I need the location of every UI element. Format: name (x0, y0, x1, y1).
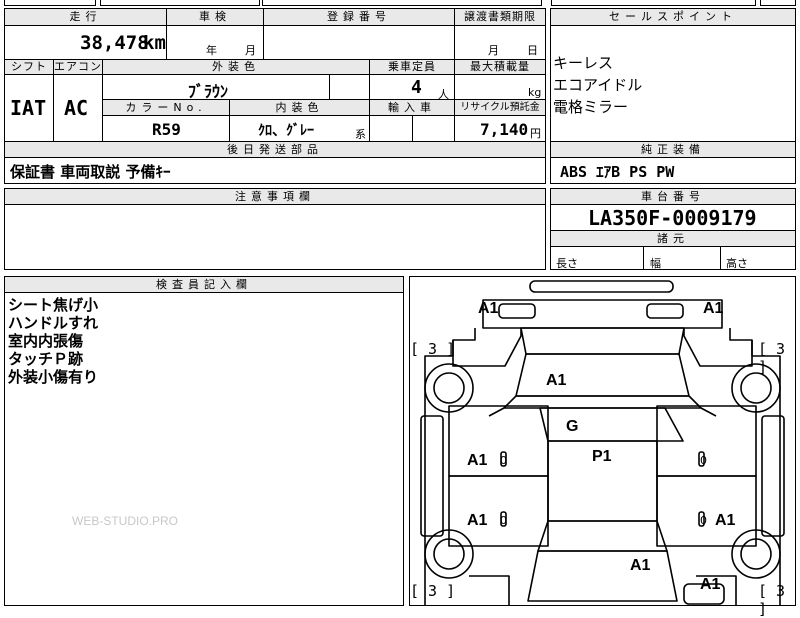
windshield-lower (539, 407, 684, 442)
top-strip-cell-1 (4, 0, 96, 6)
hood-inner (515, 353, 690, 397)
tailgate (527, 550, 678, 602)
damage-mark-door-rear-right: A1 (715, 512, 736, 529)
interior-color-suffix: 系 (355, 128, 366, 141)
transfer-deadline-header: 譲渡書類期限 (454, 8, 546, 26)
inspection-header: 車検 (166, 8, 264, 26)
damage-mark-roof: P1 (592, 448, 612, 465)
headlight-left (498, 303, 536, 319)
top-strip-cell-3 (262, 0, 542, 6)
accessories-value: 保証書 車両取説 予備ｷｰ (10, 163, 171, 181)
sales-point-item: キーレス (553, 54, 614, 72)
car-diagram-svg (420, 280, 785, 606)
capacity-header: 乗車定員 (369, 59, 455, 75)
inspector-notes-header: 検査員記入欄 (4, 276, 404, 293)
damage-mark-roof-front: G (566, 418, 579, 435)
tire-grade-front-left: [ 3 ] (410, 340, 456, 358)
sales-point-item: 電格ミラー (553, 98, 629, 116)
damage-mark-hood: A1 (546, 372, 567, 389)
mileage-value: 38,478 (80, 32, 149, 54)
equipment-value: ABS ｴｱB PS PW (560, 163, 675, 181)
exterior-color-header: 外装色 (102, 59, 370, 75)
damage-mark-front-left: A1 (478, 300, 499, 317)
chassis-number: LA350F-0009179 (588, 206, 757, 230)
damage-mark-rear-right: A1 (700, 576, 721, 593)
headlight-right (646, 303, 684, 319)
sales-point-item: エコアイドル (553, 76, 643, 94)
door-small-number: 0 (500, 454, 507, 467)
registration-header: 登録番号 (263, 8, 455, 26)
rear-window (537, 520, 668, 552)
top-strip-cell-2 (100, 0, 260, 6)
deadline-month: 月 (488, 44, 499, 57)
damage-mark-front-right: A1 (703, 300, 724, 317)
dims-height-label: 高さ (726, 257, 748, 270)
damage-mark-rear-center: A1 (630, 557, 651, 574)
tire-grade-front-right: [ 3 ] (758, 340, 786, 376)
color-no-value: R59 (152, 120, 181, 139)
door-small-number: 0 (700, 514, 707, 527)
dims-width-label: 幅 (650, 257, 661, 270)
recycle-header: リサイクル預託金 (454, 99, 546, 116)
caution-header: 注意事項欄 (4, 188, 546, 205)
damage-mark-door-front-left: A1 (467, 452, 488, 469)
chassis-header: 車台番号 (550, 188, 796, 205)
interior-color-value: ｸﾛ、ｸﾞﾚｰ (258, 123, 314, 139)
wheel-front-left (424, 363, 474, 413)
fender-front-right (683, 328, 753, 367)
exterior-color-cell-2 (329, 74, 370, 100)
inspection-year: 年 (206, 44, 217, 57)
dims-header: 諸元 (550, 230, 796, 247)
interior-color-header: 内装色 (229, 99, 370, 116)
recycle-unit: 円 (530, 127, 541, 140)
damage-mark-door-rear-left: A1 (467, 512, 488, 529)
color-no-header: カラーNo. (102, 99, 230, 116)
capacity-value: 4 (411, 77, 422, 98)
max-load-unit: kg (528, 86, 542, 99)
inspection-month: 月 (245, 44, 256, 57)
max-load-header: 最大積載量 (454, 59, 546, 75)
inspector-note: 外装小傷有り (8, 368, 99, 386)
import-cell-a (369, 115, 413, 142)
door-small-number: 0 (700, 454, 707, 467)
dims-length-label: 長さ (556, 257, 578, 270)
import-header: 輸入車 (369, 99, 455, 116)
equipment-header: 純正装備 (550, 141, 796, 158)
top-strip-cell-5 (760, 0, 796, 6)
watermark-text: WEB-STUDIO.PRO (72, 514, 179, 528)
tire-grade-rear-right: [ 3 ] (758, 582, 786, 618)
hood (520, 327, 685, 355)
ac-header: エアコン (53, 59, 103, 75)
sales-points-header: セールスポイント (550, 8, 796, 26)
shift-value: IAT (10, 96, 47, 120)
mileage-header: 走行 (4, 8, 167, 26)
recycle-value: 7,140 (480, 120, 529, 139)
front-bumper (529, 280, 674, 293)
tire-grade-rear-left: [ 3 ] (410, 582, 456, 600)
ac-value: AC (64, 96, 89, 120)
shift-header: シフト (4, 59, 54, 75)
mileage-unit: km (143, 32, 166, 54)
door-front-left (448, 405, 549, 477)
fender-front-left (452, 328, 522, 367)
top-strip-cell-4 (551, 0, 756, 6)
registration-cell (263, 25, 455, 60)
accessories-header: 後日発送部品 (4, 141, 546, 158)
door-small-number: 0 (500, 514, 507, 527)
deadline-day: 日 (527, 44, 538, 57)
import-cell-b (412, 115, 455, 142)
